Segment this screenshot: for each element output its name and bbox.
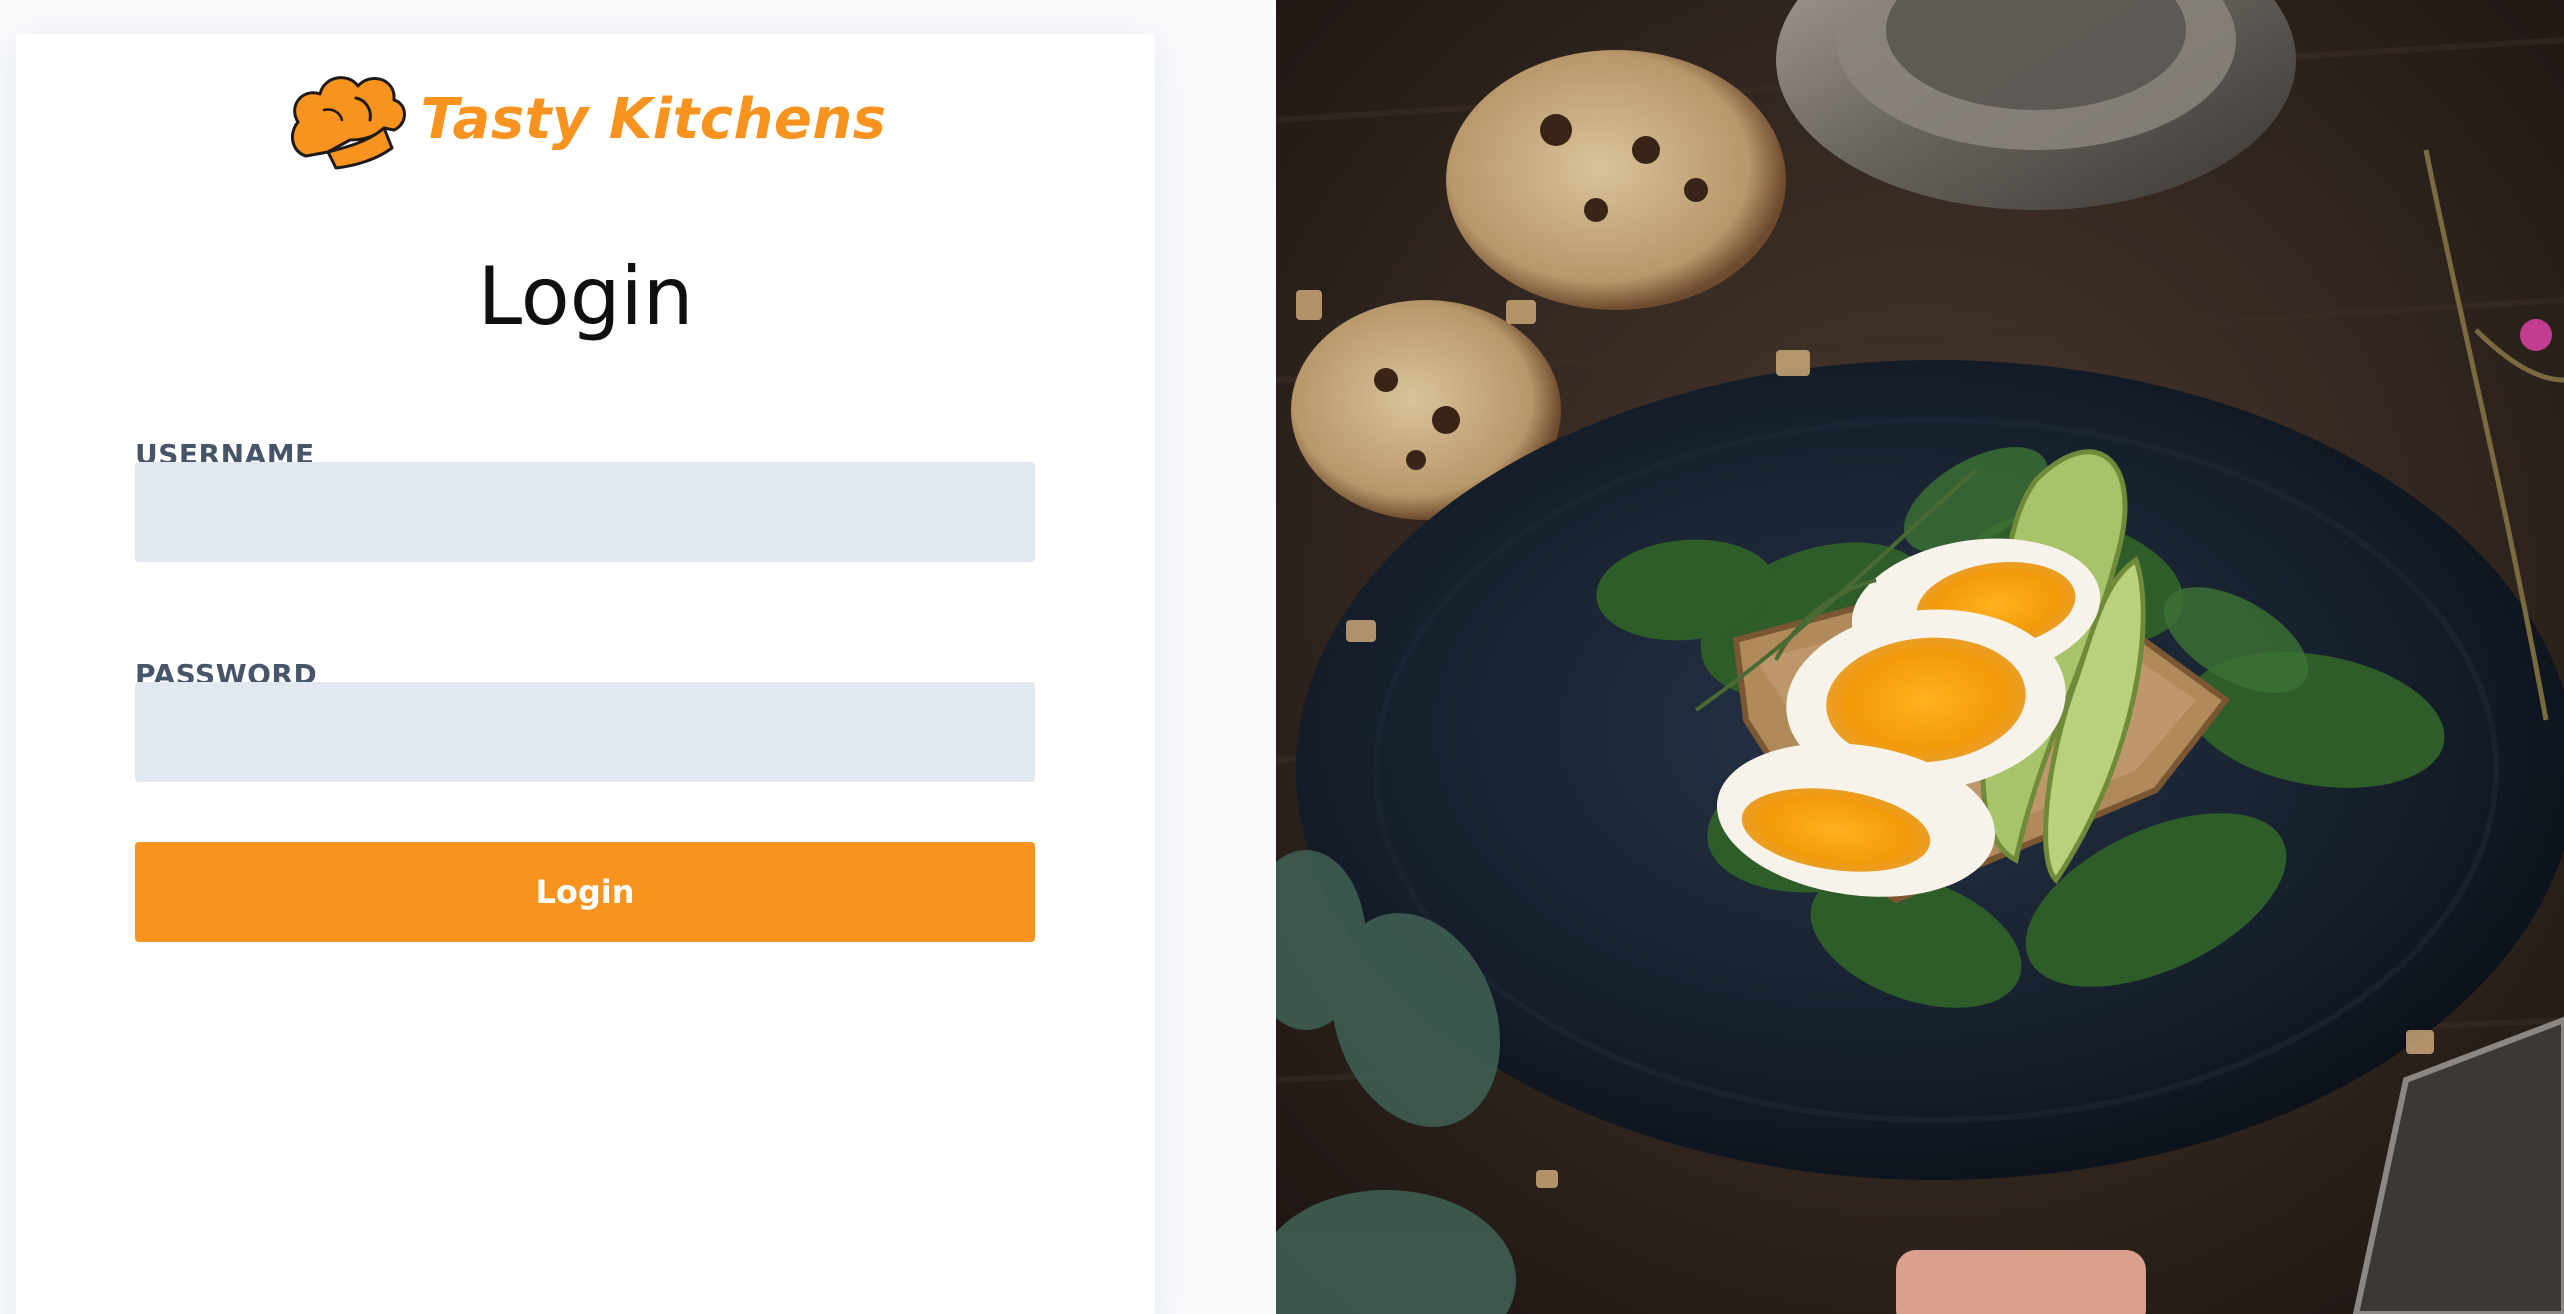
chef-hat-icon: [291, 76, 407, 170]
login-heading: Login: [477, 250, 694, 343]
login-panel: Tasty Kitchens Login USERNAME PASSWORD L…: [0, 0, 1276, 1314]
password-input[interactable]: [135, 682, 1035, 782]
food-photo: [1276, 0, 2564, 1314]
login-button[interactable]: Login: [135, 842, 1035, 942]
login-card: Tasty Kitchens Login USERNAME PASSWORD L…: [16, 34, 1155, 1314]
username-input[interactable]: [135, 462, 1035, 562]
hero-image-panel: [1276, 0, 2564, 1314]
brand-logo: Tasty Kitchens: [16, 64, 1155, 174]
login-page: Tasty Kitchens Login USERNAME PASSWORD L…: [0, 0, 2564, 1314]
brand-name: Tasty Kitchens: [420, 86, 887, 152]
